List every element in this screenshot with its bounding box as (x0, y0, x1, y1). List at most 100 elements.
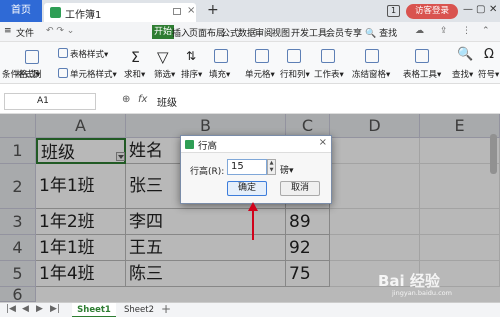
formula-input[interactable]: 班级 (157, 94, 177, 109)
add-sheet-button[interactable]: + (161, 302, 171, 316)
cancel-button[interactable]: 取消 (280, 181, 320, 196)
row-col-icon[interactable] (287, 49, 303, 65)
cell-a4[interactable]: 1年1班 (36, 235, 126, 261)
filter-icon[interactable]: ▽ (157, 48, 169, 66)
menu-data[interactable]: 数据 (238, 26, 256, 39)
sort-button[interactable]: 排序▾ (181, 68, 202, 80)
minimize-button[interactable]: — (463, 4, 473, 15)
table-tools-icon[interactable] (415, 49, 431, 65)
menu-page-layout[interactable]: 页面布局 (189, 26, 225, 39)
more-icon[interactable]: ⋮ (462, 26, 471, 36)
find-button[interactable]: 查找▾ (452, 68, 473, 80)
cell-button[interactable]: 单元格▾ (245, 68, 275, 80)
cell-d1[interactable] (330, 138, 420, 164)
cell-d3[interactable] (330, 209, 420, 235)
stepper-down-icon[interactable]: ▼ (268, 167, 275, 174)
cell-b5[interactable]: 陈三 (126, 261, 286, 287)
dialog-close-icon[interactable]: × (319, 137, 327, 148)
cell-d2[interactable] (330, 164, 420, 209)
conditional-format-button[interactable]: 条件格式▾ (2, 68, 40, 80)
cell-a5[interactable]: 1年4班 (36, 261, 126, 287)
row-col-button[interactable]: 行和列▾ (280, 68, 310, 80)
cell-style-button[interactable]: 单元格样式▾ (58, 68, 117, 80)
freeze-icon[interactable] (365, 49, 381, 65)
tab-sheet1[interactable]: Sheet1 (72, 303, 116, 317)
menu-home[interactable]: 开始 (152, 25, 175, 39)
fx-icon[interactable]: fx (138, 94, 147, 105)
column-header-e[interactable]: E (420, 114, 500, 138)
table-tools-button[interactable]: 表格工具▾ (403, 68, 441, 80)
row-header-5[interactable]: 5 (0, 261, 36, 287)
cell-e4[interactable] (420, 235, 500, 261)
filter-dropdown-icon[interactable] (116, 152, 125, 161)
cell-e1[interactable] (420, 138, 500, 164)
sort-icon[interactable]: ⇅ (186, 49, 196, 63)
hamburger-menu-icon[interactable]: ≡ (4, 26, 12, 36)
row-header-1[interactable]: 1 (0, 138, 36, 164)
menu-member[interactable]: 会员专享 (326, 26, 362, 39)
cell-c4[interactable]: 92 (286, 235, 330, 261)
zoom-icon[interactable]: ⊕ (122, 94, 130, 105)
filter-button[interactable]: 筛选▾ (154, 68, 175, 80)
name-box[interactable]: A1 (4, 93, 96, 110)
undo-icon[interactable]: ↶ ↷ ⌄ (46, 26, 74, 36)
cell-b4[interactable]: 王五 (126, 235, 286, 261)
unit-select[interactable]: 磅▾ (280, 163, 294, 176)
cell-icon[interactable] (255, 49, 271, 65)
cell-c3[interactable]: 89 (286, 209, 330, 235)
symbol-icon[interactable]: Ω (484, 47, 494, 62)
login-button[interactable]: 访客登录 (406, 4, 458, 19)
home-tab[interactable]: 首页 (0, 0, 42, 22)
tab-sheet2[interactable]: Sheet2 (119, 303, 159, 317)
prev-sheet-icon[interactable]: ◀ (22, 304, 29, 314)
sum-button[interactable]: 求和▾ (124, 68, 145, 80)
new-tab-button[interactable]: + (207, 2, 219, 18)
row-header-2[interactable]: 2 (0, 164, 36, 209)
row-header-6[interactable]: 6 (0, 287, 36, 302)
cell-a3[interactable]: 1年2班 (36, 209, 126, 235)
select-all-corner[interactable] (0, 114, 36, 138)
cloud-icon[interactable]: ☁ (415, 26, 424, 36)
vertical-scrollbar[interactable] (490, 134, 497, 174)
symbol-button[interactable]: 符号▾ (478, 68, 499, 80)
close-tab-icon[interactable]: × (187, 5, 195, 16)
cell-d4[interactable] (330, 235, 420, 261)
row-height-input[interactable]: 15 (227, 159, 267, 175)
freeze-panes-button[interactable]: 冻结窗格▾ (352, 68, 390, 80)
menu-developer[interactable]: 开发工具 (291, 26, 327, 39)
format-painter-icon[interactable] (25, 50, 41, 66)
column-header-d[interactable]: D (330, 114, 420, 138)
cell-e3[interactable] (420, 209, 500, 235)
search-box[interactable]: 🔍 查找 (365, 26, 397, 39)
cell-e2[interactable] (420, 164, 500, 209)
last-sheet-icon[interactable]: ▶| (50, 304, 60, 314)
ok-button[interactable]: 确定 (227, 181, 267, 196)
tab-workbook1[interactable]: 工作簿1 × (44, 3, 196, 22)
menu-view[interactable]: 视图 (272, 26, 290, 39)
menu-review[interactable]: 审阅 (255, 26, 273, 39)
maximize-button[interactable]: ▢ (476, 4, 485, 15)
worksheet-button[interactable]: 工作表▾ (314, 68, 344, 80)
fill-button[interactable]: 填充▾ (209, 68, 230, 80)
worksheet-icon[interactable] (321, 49, 337, 65)
menu-file[interactable]: 文件 (16, 26, 34, 39)
row-height-stepper[interactable]: ▲ ▼ (267, 159, 276, 175)
stepper-up-icon[interactable]: ▲ (268, 160, 275, 167)
cell-a1[interactable]: 班级 (36, 138, 126, 164)
close-window-button[interactable]: ✕ (489, 4, 497, 15)
share-icon[interactable]: ⇪ (440, 26, 448, 36)
row-header-3[interactable]: 3 (0, 209, 36, 235)
dialog-title-bar[interactable]: 行高 × (181, 136, 331, 153)
cell-a2[interactable]: 1年1班 (36, 164, 126, 209)
fill-icon[interactable] (214, 49, 230, 65)
next-sheet-icon[interactable]: ▶ (36, 304, 43, 314)
column-header-a[interactable]: A (36, 114, 126, 138)
first-sheet-icon[interactable]: |◀ (6, 304, 16, 314)
monitor-icon[interactable] (173, 8, 181, 15)
cell-c5[interactable]: 75 (286, 261, 330, 287)
window-count-badge[interactable]: 1 (387, 5, 400, 17)
cell-b3[interactable]: 李四 (126, 209, 286, 235)
row-header-4[interactable]: 4 (0, 235, 36, 261)
sum-icon[interactable]: Σ (131, 50, 140, 66)
table-style-button[interactable]: 表格样式▾ (58, 48, 108, 60)
